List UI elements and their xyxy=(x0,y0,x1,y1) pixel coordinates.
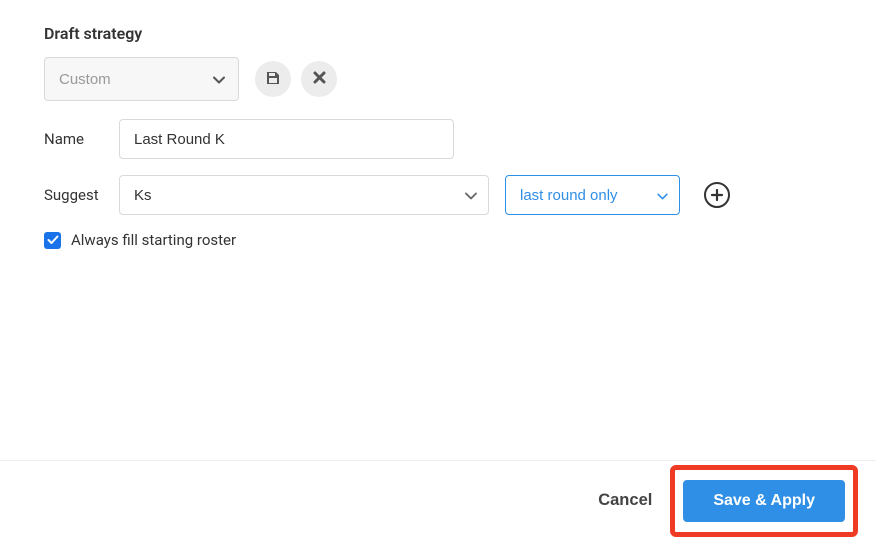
close-icon xyxy=(313,71,326,87)
check-icon xyxy=(47,235,59,245)
suggest-position-select[interactable]: Ks xyxy=(119,175,489,215)
fill-roster-label: Always fill starting roster xyxy=(71,231,236,249)
suggest-label: Suggest xyxy=(44,186,109,204)
suggest-round-select[interactable]: last round only xyxy=(505,175,680,215)
fill-roster-checkbox[interactable] xyxy=(44,232,61,249)
strategy-select[interactable]: Custom xyxy=(44,57,239,101)
name-label: Name xyxy=(44,130,109,148)
save-strategy-button[interactable] xyxy=(255,61,291,97)
highlighted-action-frame: Save & Apply xyxy=(670,465,858,537)
cancel-button[interactable]: Cancel xyxy=(598,491,652,510)
section-title: Draft strategy xyxy=(44,24,832,43)
add-rule-button[interactable] xyxy=(704,182,730,208)
save-apply-button[interactable]: Save & Apply xyxy=(683,480,845,522)
plus-icon xyxy=(710,188,724,202)
save-icon xyxy=(265,70,281,89)
strategy-name-input[interactable] xyxy=(119,119,454,159)
delete-strategy-button[interactable] xyxy=(301,61,337,97)
dialog-footer: Cancel Save & Apply xyxy=(0,460,876,540)
